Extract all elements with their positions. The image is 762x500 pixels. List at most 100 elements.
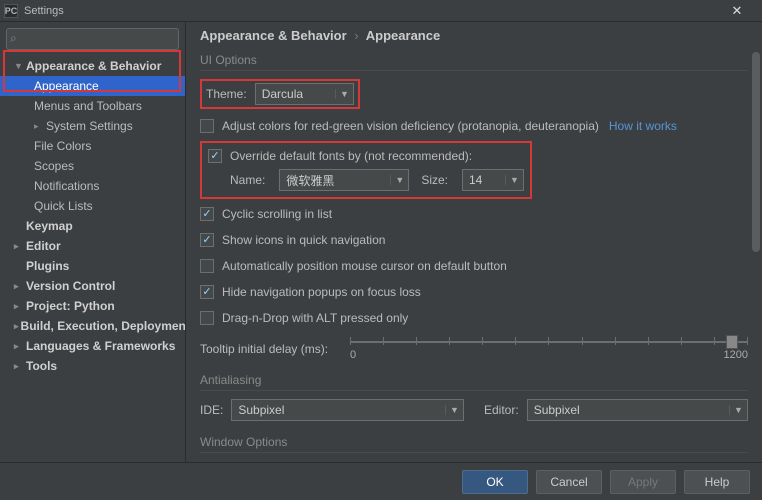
tree-item-label: Keymap [26,219,73,233]
aa-ide-value: Subpixel [238,403,284,417]
checkbox-override-fonts[interactable] [208,149,222,163]
checkbox-dnd-alt[interactable] [200,311,214,325]
label-override-fonts: Override default fonts by (not recommend… [230,149,472,163]
chevron-right-icon: ▸ [34,121,44,132]
label-adjust-colors: Adjust colors for red-green vision defic… [222,119,599,133]
label-cyclic-scrolling: Cyclic scrolling in list [222,207,332,221]
chevron-right-icon [14,221,24,231]
font-name-label: Name: [230,173,265,187]
tree-item-build-execution-deployment[interactable]: ▸Build, Execution, Deployment [0,316,185,336]
tooltip-delay-slider[interactable]: 0 1200 [350,335,748,363]
tree-item-label: Notifications [34,179,99,193]
label-show-icons: Show icons in quick navigation [222,233,385,247]
tree-item-system-settings[interactable]: ▸System Settings [0,116,185,136]
tree-item-editor[interactable]: ▸Editor [0,236,185,256]
row-cyclic-scrolling: Cyclic scrolling in list [200,203,748,225]
font-size-label: Size: [421,173,448,187]
section-ui-options: UI Options [200,53,748,71]
close-button[interactable]: ✕ [716,2,758,20]
aa-editor-label: Editor: [484,403,519,417]
chevron-right-icon: ▸ [14,301,24,312]
checkbox-auto-cursor[interactable] [200,259,214,273]
tree-item-version-control[interactable]: ▸Version Control [0,276,185,296]
row-hide-nav: Hide navigation popups on focus loss [200,281,748,303]
settings-tree: ▼Appearance & Behavior Appearance Menus an… [0,56,185,462]
slider-thumb[interactable] [726,335,738,349]
checkbox-adjust-colors[interactable] [200,119,214,133]
window-title: Settings [24,5,716,17]
aa-ide-label: IDE: [200,403,223,417]
aa-editor-combo[interactable]: Subpixel ▼ [527,399,748,421]
tree-item-label: Menus and Toolbars [34,99,142,113]
tree-item-label: Scopes [34,159,74,173]
font-size-combo[interactable]: 14 ▼ [462,169,524,191]
tree-item-quick-lists[interactable]: Quick Lists [0,196,185,216]
breadcrumb-b: Appearance [366,28,440,43]
search-input[interactable] [6,28,179,50]
sidebar: ⌕ ▼Appearance & BehaviorAppearanceMenus … [0,22,186,462]
chevron-right-icon: ▸ [14,281,24,292]
tooltip-delay-label: Tooltip initial delay (ms): [200,342,350,356]
tree-item-project-python[interactable]: ▸Project: Python [0,296,185,316]
window-titlebar: PC Settings ✕ [0,0,762,22]
slider-max: 1200 [724,349,748,361]
tree-item-label: File Colors [34,139,91,153]
aa-ide-combo[interactable]: Subpixel ▼ [231,399,464,421]
slider-min: 0 [350,349,356,361]
section-window-options: Window Options [200,435,748,453]
chevron-right-icon: ▸ [14,321,19,332]
row-auto-cursor: Automatically position mouse cursor on d… [200,255,748,277]
checkbox-cyclic-scrolling[interactable] [200,207,214,221]
chevron-down-icon: ▼ [729,405,743,415]
tree-item-appearance[interactable]: Appearance [0,76,185,96]
dialog-footer: OK Cancel Apply Help [0,462,762,500]
ok-button[interactable]: OK [462,470,528,494]
tree-item-label: Appearance [34,79,99,93]
theme-label: Theme: [206,87,247,101]
tree-item-plugins[interactable]: Plugins [0,256,185,276]
row-dnd-alt: Drag-n-Drop with ALT pressed only [200,307,748,329]
tree-item-label: Plugins [26,259,69,273]
font-name-combo[interactable]: 微软雅黑 ▼ [279,169,409,191]
breadcrumb: Appearance & Behavior › Appearance [200,28,748,43]
tooltip-delay-row: Tooltip initial delay (ms): 0 1200 [200,335,748,363]
font-size-value: 14 [469,173,482,187]
tree-item-menus-and-toolbars[interactable]: Menus and Toolbars [0,96,185,116]
aa-editor-value: Subpixel [534,403,580,417]
help-button[interactable]: Help [684,470,750,494]
label-hide-nav: Hide navigation popups on focus loss [222,285,421,299]
cancel-button[interactable]: Cancel [536,470,602,494]
font-name-value: 微软雅黑 [286,172,334,189]
content-panel: Appearance & Behavior › Appearance UI Op… [186,22,762,462]
tree-item-scopes[interactable]: Scopes [0,156,185,176]
tree-item-languages-frameworks[interactable]: ▸Languages & Frameworks [0,336,185,356]
tree-item-label: Appearance & Behavior [26,59,161,73]
tree-item-label: System Settings [46,119,133,133]
chevron-down-icon: ▼ [335,89,349,99]
checkbox-hide-nav[interactable] [200,285,214,299]
tree-item-tools[interactable]: ▸Tools [0,356,185,376]
chevron-down-icon: ▼ [445,405,459,415]
row-adjust-colors: Adjust colors for red-green vision defic… [200,115,748,137]
section-antialiasing: Antialiasing [200,373,748,391]
content-scrollbar[interactable] [752,52,760,458]
chevron-right-icon: ▸ [14,241,24,252]
label-auto-cursor: Automatically position mouse cursor on d… [222,259,507,273]
tree-item-keymap[interactable]: Keymap [0,216,185,236]
tree-item-appearance-behavior[interactable]: ▼Appearance & Behavior [0,56,185,76]
theme-combo[interactable]: Darcula ▼ [255,83,354,105]
chevron-down-icon: ▼ [14,61,24,71]
tree-item-label: Editor [26,239,61,253]
chevron-right-icon [14,261,24,271]
app-icon: PC [4,4,18,18]
link-how-it-works[interactable]: How it works [609,119,677,133]
fonts-block: Override default fonts by (not recommend… [200,141,532,199]
chevron-right-icon: ▸ [14,361,24,372]
apply-button[interactable]: Apply [610,470,676,494]
breadcrumb-a: Appearance & Behavior [200,28,347,43]
checkbox-show-icons[interactable] [200,233,214,247]
tree-item-file-colors[interactable]: File Colors [0,136,185,156]
tree-item-label: Tools [26,359,57,373]
tree-item-notifications[interactable]: Notifications [0,176,185,196]
breadcrumb-sep: › [354,28,358,43]
